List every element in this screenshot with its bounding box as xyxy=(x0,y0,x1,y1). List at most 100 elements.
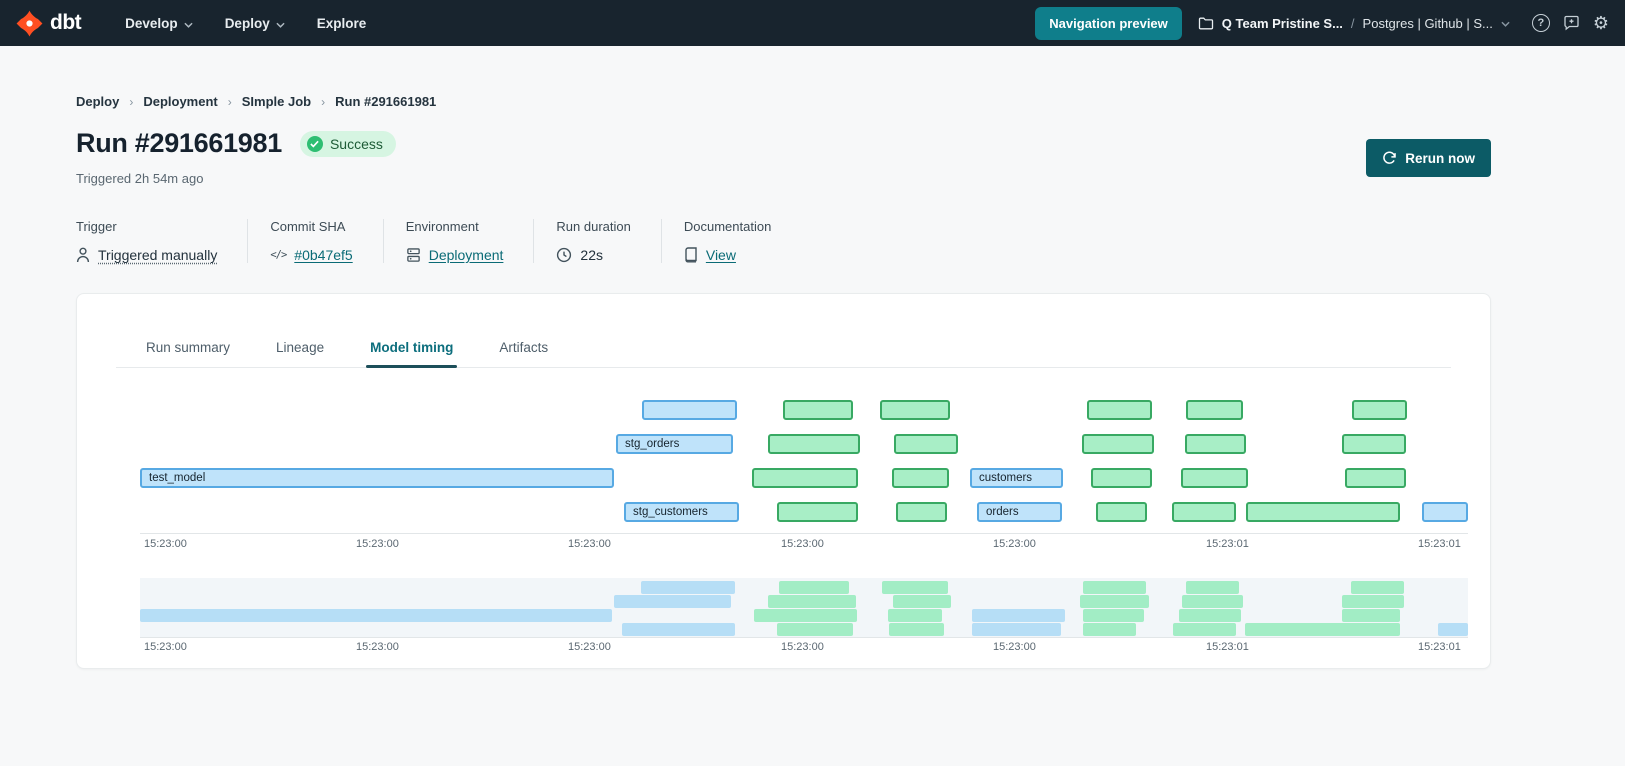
breadcrumb-run: Run #291661981 xyxy=(335,94,436,109)
gantt-bar[interactable] xyxy=(1091,468,1152,488)
axis-tick-label: 15:23:00 xyxy=(993,641,1036,653)
environment-link[interactable]: Deployment xyxy=(429,247,504,263)
gantt-bar-stg_orders[interactable]: stg_orders xyxy=(616,434,733,454)
gantt-bar[interactable] xyxy=(892,468,949,488)
minimap-bar xyxy=(779,581,849,594)
meta-commit-sha: Commit SHA </> #0b47ef5 xyxy=(247,219,382,263)
minimap-bar xyxy=(1080,595,1149,608)
nav-menu-develop[interactable]: Develop xyxy=(125,16,193,31)
breadcrumb-deploy[interactable]: Deploy xyxy=(76,94,119,109)
axis-tick-label: 15:23:00 xyxy=(568,538,611,550)
project-selector[interactable]: Q Team Pristine S... / Postgres | Github… xyxy=(1198,14,1510,32)
navbar-right: Navigation preview Q Team Pristine S... … xyxy=(1035,7,1609,40)
axis-tick-label: 15:23:00 xyxy=(356,538,399,550)
minimap-bar xyxy=(1083,623,1136,636)
breadcrumb-separator: › xyxy=(129,95,133,109)
gantt-bar[interactable] xyxy=(1342,434,1406,454)
gantt-bar[interactable] xyxy=(1185,434,1246,454)
gantt-bar[interactable] xyxy=(1186,400,1243,420)
title-row: Run #291661981 Success xyxy=(76,128,396,159)
commit-sha-link[interactable]: #0b47ef5 xyxy=(294,247,352,263)
gantt-bar[interactable] xyxy=(880,400,950,420)
gantt-bar[interactable] xyxy=(777,502,858,522)
gantt-bar[interactable] xyxy=(894,434,958,454)
navigation-preview-button[interactable]: Navigation preview xyxy=(1035,7,1181,40)
person-icon xyxy=(76,247,90,263)
nav-menu-deploy-label: Deploy xyxy=(225,16,270,31)
gantt-bar[interactable] xyxy=(768,434,860,454)
documentation-view-link[interactable]: View xyxy=(706,247,736,263)
minimap-bar xyxy=(1342,609,1400,622)
feedback-chat-icon[interactable] xyxy=(1563,15,1580,31)
dbt-logo-text: dbt xyxy=(50,11,81,35)
meta-documentation-label: Documentation xyxy=(684,219,771,234)
environment-name: Postgres | Github | S... xyxy=(1363,16,1493,31)
help-icon[interactable]: ? xyxy=(1532,14,1550,32)
breadcrumb: Deploy › Deployment › SImple Job › Run #… xyxy=(76,94,436,109)
chevron-down-icon xyxy=(1501,14,1510,32)
gantt-bar[interactable] xyxy=(1181,468,1248,488)
model-timing-gantt: stg_orderstest_model customers stg_custome… xyxy=(140,385,1468,527)
minimap-bar xyxy=(882,581,948,594)
breadcrumb-deployment[interactable]: Deployment xyxy=(143,94,217,109)
nav-menu-deploy[interactable]: Deploy xyxy=(225,16,285,31)
minimap-bar xyxy=(1182,595,1243,608)
meta-trigger-value[interactable]: Triggered manually xyxy=(98,247,217,263)
gantt-bar-customers[interactable]: customers xyxy=(970,468,1063,488)
gantt-bar[interactable] xyxy=(1352,400,1407,420)
triggered-timestamp: Triggered 2h 54m ago xyxy=(76,171,203,186)
gantt-bar[interactable] xyxy=(1172,502,1236,522)
gantt-bar-test_model[interactable]: test_model xyxy=(140,468,614,488)
axis-tick-label: 15:23:00 xyxy=(356,641,399,653)
meta-duration-label: Run duration xyxy=(556,219,630,234)
gantt-bar[interactable] xyxy=(896,502,947,522)
dbt-logo[interactable]: dbt xyxy=(16,10,81,37)
gantt-bar[interactable] xyxy=(1345,468,1406,488)
nav-menu-develop-label: Develop xyxy=(125,16,178,31)
axis-tick-label: 15:23:00 xyxy=(144,641,187,653)
gantt-axis-ticks: 15:23:0015:23:0015:23:0015:23:0015:23:00… xyxy=(140,538,1468,552)
nav-menu-explore-label: Explore xyxy=(317,16,367,31)
minimap-bar xyxy=(1083,609,1144,622)
gantt-bar[interactable] xyxy=(1087,400,1152,420)
gantt-bar[interactable] xyxy=(752,468,858,488)
breadcrumb-separator: › xyxy=(228,95,232,109)
run-meta-row: Trigger Triggered manually Commit SHA </… xyxy=(76,219,801,263)
minimap-axis-ticks: 15:23:0015:23:0015:23:0015:23:0015:23:00… xyxy=(140,641,1468,655)
tab-artifacts[interactable]: Artifacts xyxy=(499,340,548,367)
gantt-bar-orders[interactable]: orders xyxy=(977,502,1062,522)
meta-trigger: Trigger Triggered manually xyxy=(76,219,247,263)
dbt-logo-icon xyxy=(16,10,43,37)
tab-model-timing[interactable]: Model timing xyxy=(370,340,453,367)
gantt-minimap[interactable] xyxy=(140,578,1468,637)
minimap-bar xyxy=(754,609,857,622)
gantt-bar[interactable] xyxy=(1422,502,1468,522)
minimap-bar xyxy=(1173,623,1236,636)
gantt-bar[interactable] xyxy=(1082,434,1154,454)
axis-tick-label: 15:23:01 xyxy=(1206,538,1249,550)
tab-lineage[interactable]: Lineage xyxy=(276,340,324,367)
code-icon: </> xyxy=(270,249,286,261)
gear-icon[interactable]: ⚙ xyxy=(1593,14,1609,32)
gantt-axis-line xyxy=(140,533,1468,534)
breadcrumb-job[interactable]: SImple Job xyxy=(242,94,311,109)
folder-icon xyxy=(1198,16,1214,30)
gantt-bar[interactable] xyxy=(1096,502,1147,522)
status-badge-label: Success xyxy=(330,136,383,152)
meta-environment-label: Environment xyxy=(406,219,504,234)
minimap-bar xyxy=(972,609,1065,622)
gantt-bar[interactable] xyxy=(1246,502,1400,522)
gantt-bar[interactable] xyxy=(783,400,853,420)
axis-tick-label: 15:23:01 xyxy=(1418,641,1461,653)
minimap-axis-line xyxy=(140,637,1468,638)
minimap-bar xyxy=(641,581,735,594)
page-title: Run #291661981 xyxy=(76,128,282,159)
minimap-bar xyxy=(972,623,1061,636)
gantt-bar-stg_customers[interactable]: stg_customers xyxy=(624,502,739,522)
chevron-down-icon xyxy=(184,16,193,31)
gantt-bar[interactable] xyxy=(642,400,737,420)
meta-run-duration: Run duration 22s xyxy=(533,219,660,263)
rerun-now-button[interactable]: Rerun now xyxy=(1366,139,1491,177)
nav-menu-explore[interactable]: Explore xyxy=(317,16,367,31)
tab-run-summary[interactable]: Run summary xyxy=(146,340,230,367)
